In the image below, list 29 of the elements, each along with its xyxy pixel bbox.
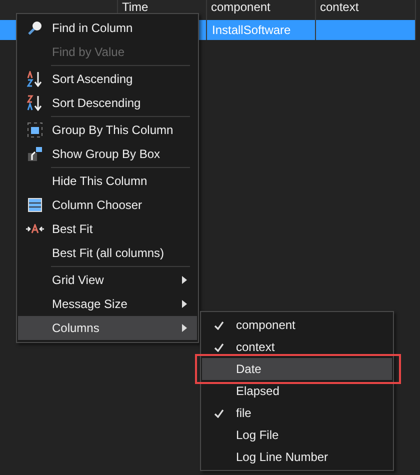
submenu-item[interactable]: Message Size (18, 292, 197, 316)
search-icon (27, 20, 43, 36)
submenu-item[interactable]: Grid View (18, 268, 197, 292)
submenu-arrow-icon (182, 300, 187, 308)
menu-item[interactable]: Log File (202, 424, 392, 446)
group-icon (27, 122, 43, 138)
menu-item[interactable]: component (202, 314, 392, 336)
submenu-item[interactable]: Columns (18, 316, 197, 340)
sort-descending-icon (27, 95, 43, 111)
menu-item[interactable]: Date (202, 358, 392, 380)
menu-item[interactable]: Show Group By Box (18, 142, 197, 166)
best-fit-icon (26, 224, 44, 234)
menu-item[interactable]: Hide This Column (18, 169, 197, 193)
menu-item[interactable]: Column Chooser (18, 193, 197, 217)
sort-ascending-icon (27, 71, 43, 87)
column-chooser-icon (27, 197, 43, 213)
submenu-arrow-icon (182, 276, 187, 284)
menu-item[interactable]: Best Fit (all columns) (18, 241, 197, 265)
menu-item[interactable]: Sort Descending (18, 91, 197, 115)
group-box-icon (27, 146, 43, 162)
menu-item[interactable]: Log Line Number (202, 446, 392, 468)
menu-item[interactable]: Best Fit (18, 217, 197, 241)
submenu-arrow-icon (182, 324, 187, 332)
table-cell: InstallSoftware (207, 20, 316, 40)
menu-item[interactable]: Group By This Column (18, 118, 197, 142)
menu-item[interactable]: file (202, 402, 392, 424)
menu-item[interactable]: Sort Ascending (18, 67, 197, 91)
menu-item[interactable]: Elapsed (202, 380, 392, 402)
menu-item[interactable]: context (202, 336, 392, 358)
